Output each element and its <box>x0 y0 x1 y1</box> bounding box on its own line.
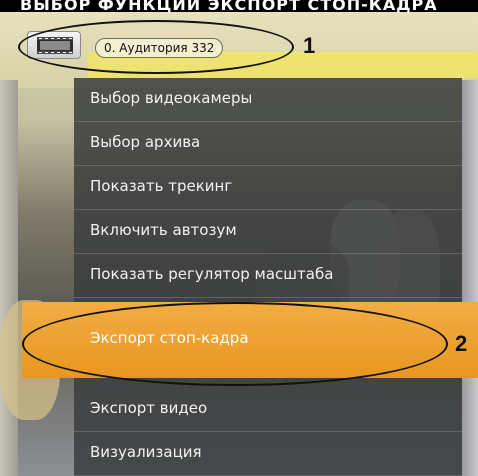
menu-item-label: Включить автозум <box>90 221 237 239</box>
menu-item-show-zoom-control[interactable]: Показать регулятор масштаба <box>74 254 462 298</box>
menu-item-label: Выбор архива <box>90 133 201 151</box>
menu-item-label: Экспорт видео <box>90 399 208 417</box>
callout-ellipse-2 <box>22 302 448 386</box>
menu-item-select-camera[interactable]: Выбор видеокамеры <box>74 78 462 122</box>
menu-item-label: Показать трекинг <box>90 177 233 195</box>
menu-item-visualization[interactable]: Визуализация <box>74 432 462 476</box>
callout-ellipse-1 <box>18 20 294 74</box>
menu-item-select-archive[interactable]: Выбор архива <box>74 122 462 166</box>
menu-item-label: Выбор видеокамеры <box>90 89 253 107</box>
callout-number-1: 1 <box>303 33 316 58</box>
menu-item-label: Визуализация <box>90 443 202 461</box>
video-right-edge <box>462 80 478 476</box>
menu-item-enable-autozoom[interactable]: Включить автозум <box>74 210 462 254</box>
context-menu: Выбор видеокамеры Выбор архива Показать … <box>22 78 478 476</box>
menu-item-show-tracking[interactable]: Показать трекинг <box>74 166 462 210</box>
header-bar: ВЫБОР ФУНКЦИИ ЭКСПОРТ СТОП-КАДРА <box>0 0 478 14</box>
menu-item-export-video[interactable]: Экспорт видео <box>74 388 462 432</box>
callout-number-2: 2 <box>455 331 468 356</box>
menu-item-label: Показать регулятор масштаба <box>90 265 334 283</box>
page-title: ВЫБОР ФУНКЦИИ ЭКСПОРТ СТОП-КАДРА <box>20 0 438 14</box>
